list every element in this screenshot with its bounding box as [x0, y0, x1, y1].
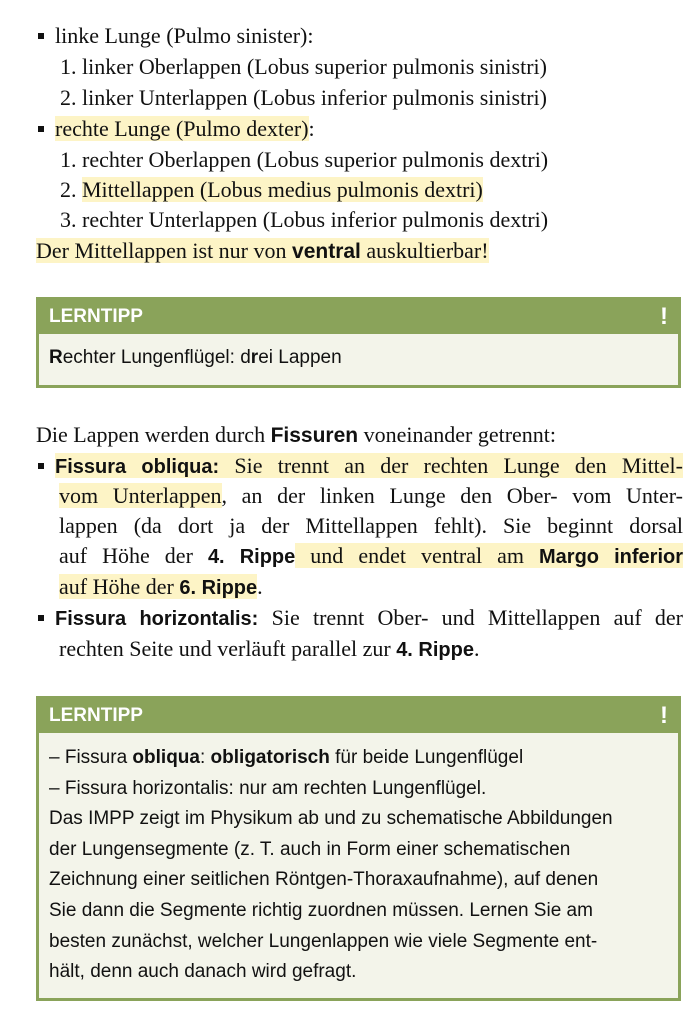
tip-line: besten zunächst, welcher Lungenlappen wi…	[49, 930, 598, 952]
bullet-icon	[38, 125, 44, 132]
tip-line: – Fissura obliqua: obligatorisch für bei…	[49, 747, 524, 768]
tip-line: der Lungensegmente (z. T. auch in Form e…	[49, 838, 571, 860]
exclamation-icon: !	[660, 702, 668, 729]
tip-text-2: – Fissura obliqua: obligatorisch für bei…	[39, 733, 678, 998]
bullet-icon	[38, 32, 44, 39]
bullet-icon	[38, 614, 44, 621]
middle-lobe-note: Der Mittellappen ist nur von ventral aus…	[36, 238, 489, 263]
bullet-icon	[38, 462, 44, 469]
tip-text: Rechter Lungenflügel: drei Lappen	[49, 347, 342, 368]
tip-line: hält, denn auch danach wird gefragt.	[49, 961, 357, 983]
right-lung-item: rechte Lunge (Pulmo dexter):	[38, 114, 315, 144]
right-lobe-3: 3. rechter Unterlappen (Lobus inferior p…	[60, 207, 549, 232]
exclamation-icon: !	[660, 303, 668, 330]
left-lobe-1: 1. linker Oberlappen (Lobus superior pul…	[60, 54, 547, 79]
learning-tip-box: LERNTIPP ! Rechter Lungenflügel: drei La…	[36, 297, 681, 388]
tip-line: – Fissura horizontalis: nur am rechten L…	[49, 777, 487, 799]
fissures-intro: Die Lappen werden durch Fissuren voneina…	[36, 422, 557, 447]
tip-line: Sie dann die Segmente richtig zuordnen m…	[49, 899, 593, 921]
textbook-page: linke Lunge (Pulmo sinister): 1. linker …	[0, 0, 697, 1024]
tip-header: LERNTIPP !	[39, 300, 678, 334]
learning-tip-box-2: LERNTIPP ! – Fissura obliqua: obligatori…	[36, 696, 681, 1001]
tip-line: Zeichnung einer seitlichen Röntgen-Thora…	[49, 869, 599, 891]
right-lobe-1: 1. rechter Oberlappen (Lobus superior pu…	[60, 147, 549, 172]
right-lobe-2: 2. Mittellappen (Lobus medius pulmonis d…	[60, 177, 483, 202]
tip-header-2: LERNTIPP !	[39, 699, 678, 733]
tip-line: Das IMPP zeigt im Physikum ab und zu sch…	[49, 808, 613, 830]
left-lung-item: linke Lunge (Pulmo sinister):	[38, 21, 313, 51]
left-lobe-2: 2. linker Unterlappen (Lobus inferior pu…	[60, 85, 547, 110]
